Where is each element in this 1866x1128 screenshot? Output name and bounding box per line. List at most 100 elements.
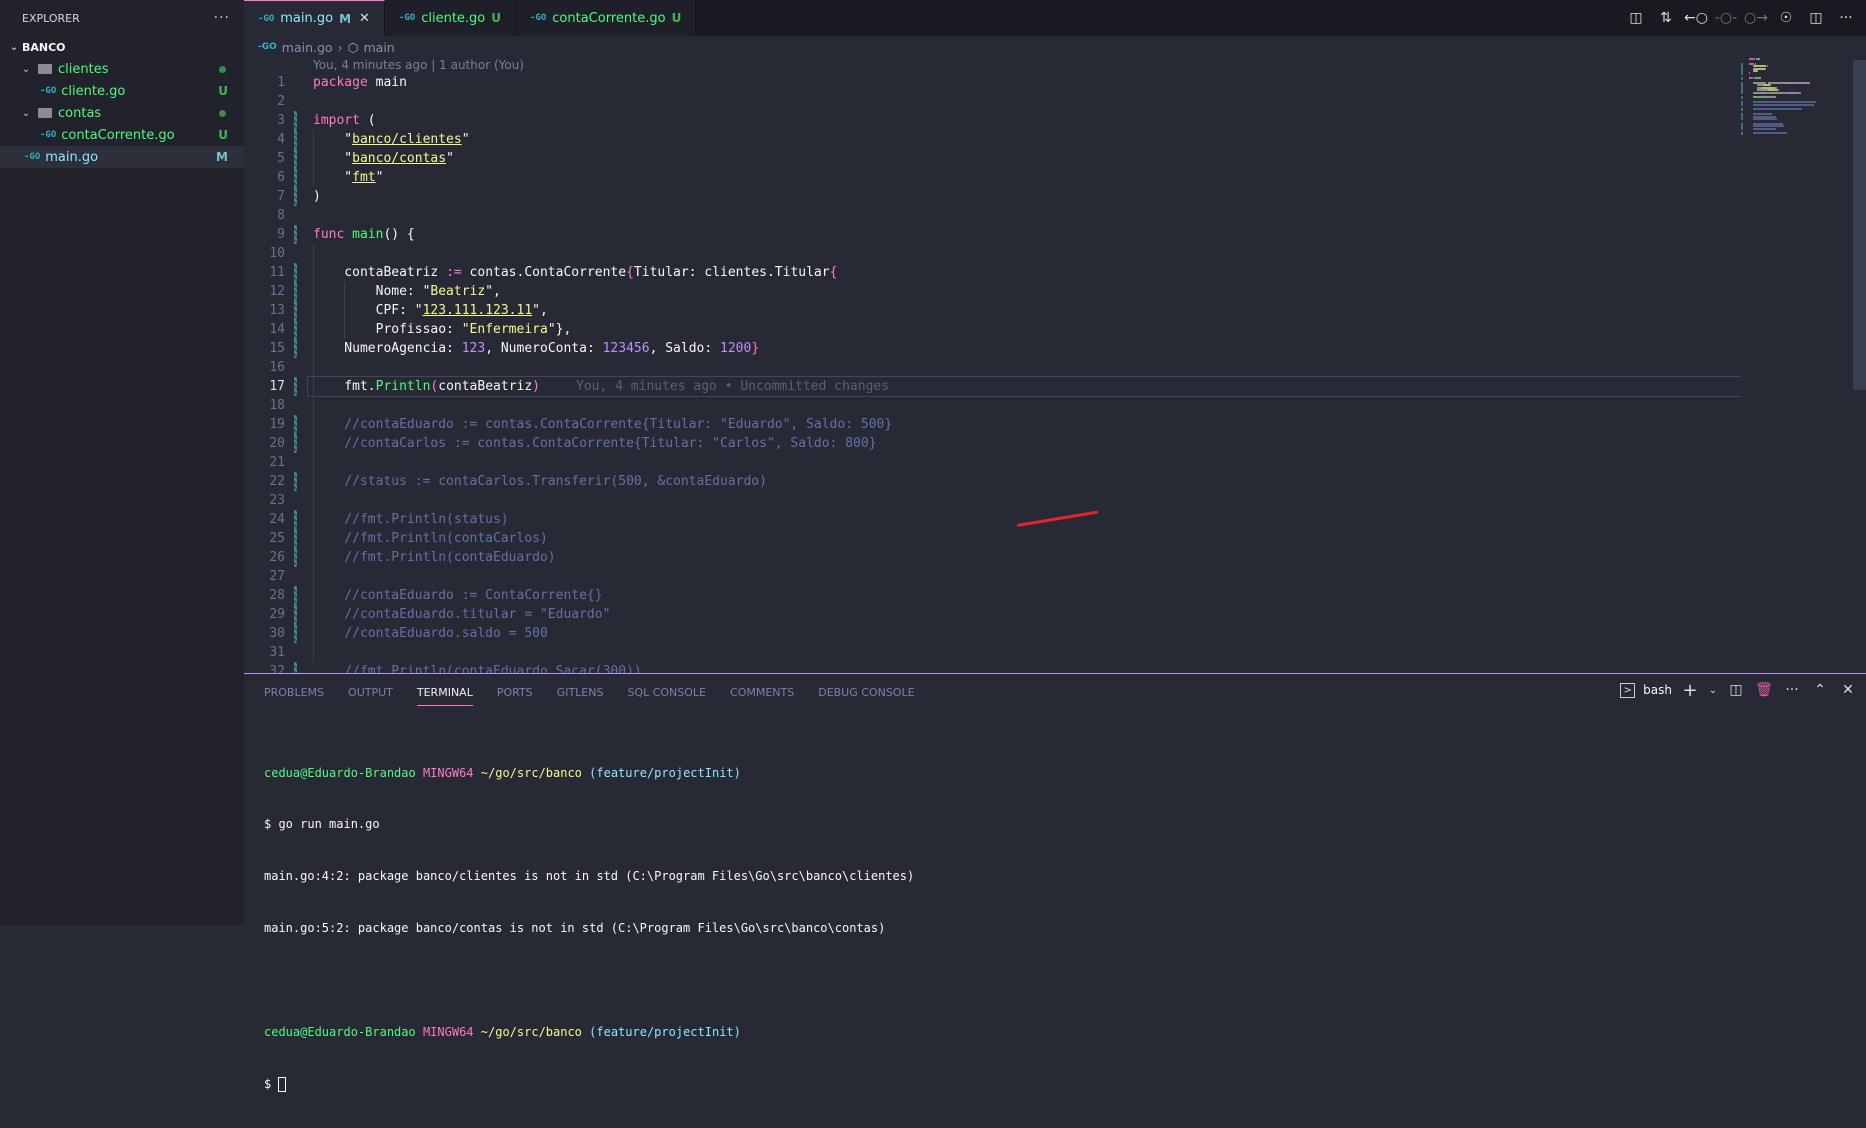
git-change-marker[interactable] bbox=[294, 168, 297, 187]
minimap-token bbox=[1788, 91, 1797, 94]
git-change-marker[interactable] bbox=[294, 301, 297, 320]
breadcrumb-file[interactable]: main.go bbox=[282, 40, 333, 55]
breadcrumb-symbol[interactable]: main bbox=[364, 40, 395, 55]
close-icon[interactable]: ✕ bbox=[359, 11, 370, 26]
split-editor-icon[interactable]: ◫ bbox=[1806, 8, 1826, 28]
panel-tab-terminal[interactable]: TERMINAL bbox=[416, 682, 473, 706]
previous-revision-icon[interactable]: ←○ bbox=[1684, 8, 1708, 28]
code-line[interactable]: 16 bbox=[244, 358, 1741, 377]
code-line[interactable]: 10 bbox=[244, 244, 1741, 263]
code-line[interactable]: 20 //contaCarlos := contas.ContaCorrente… bbox=[244, 434, 1741, 453]
tab-main-go[interactable]: -GO main.go M ✕ bbox=[244, 0, 385, 36]
chevron-down-icon[interactable]: ⌄ bbox=[1708, 680, 1718, 700]
maximize-panel-icon[interactable]: ⌃ bbox=[1810, 680, 1830, 700]
git-change-marker[interactable] bbox=[294, 282, 297, 301]
terminal-output[interactable]: cedua@Eduardo-Brandao MINGW64 ~/go/src/b… bbox=[264, 730, 914, 1128]
more-icon[interactable]: ··· bbox=[1782, 680, 1802, 700]
code-line[interactable]: 28 //contaEduardo := ContaCorrente{} bbox=[244, 586, 1741, 605]
panel-tab-debug-console[interactable]: DEBUG CONSOLE bbox=[818, 682, 914, 706]
terminal-shell-label[interactable]: bash bbox=[1643, 683, 1672, 697]
code-line[interactable]: 22 //status := contaCarlos.Transferir(50… bbox=[244, 472, 1741, 491]
commit-icon[interactable]: -○- bbox=[1715, 8, 1737, 28]
workspace-root[interactable]: ⌄ BANCO bbox=[0, 36, 244, 58]
git-change-marker[interactable] bbox=[294, 263, 297, 282]
gitlens-graph-icon[interactable]: ☉ bbox=[1776, 8, 1796, 28]
code-line[interactable]: 9 func main() { bbox=[244, 225, 1741, 244]
panel-tab-sql-console[interactable]: SQL CONSOLE bbox=[627, 682, 706, 706]
panel-tab-gitlens[interactable]: GITLENS bbox=[557, 682, 604, 706]
panel-tab-ports[interactable]: PORTS bbox=[497, 682, 533, 706]
git-change-marker[interactable] bbox=[294, 225, 297, 244]
code-line[interactable]: 26 //fmt.Println(contaEduardo) bbox=[244, 548, 1741, 567]
code-line[interactable]: 23 bbox=[244, 491, 1741, 510]
git-change-marker[interactable] bbox=[294, 662, 297, 673]
code-line[interactable]: 18 bbox=[244, 396, 1741, 415]
git-change-marker[interactable] bbox=[294, 320, 297, 339]
code-line[interactable]: 3 import ( bbox=[244, 111, 1741, 130]
code-line[interactable]: 24 //fmt.Println(status) bbox=[244, 510, 1741, 529]
code-line[interactable]: 31 bbox=[244, 643, 1741, 662]
git-change-marker[interactable] bbox=[294, 130, 297, 149]
git-change-marker[interactable] bbox=[294, 624, 297, 643]
more-icon[interactable]: ··· bbox=[1836, 8, 1856, 28]
code-line[interactable]: 7) bbox=[244, 187, 1741, 206]
terminal-input-line[interactable]: $ bbox=[264, 1076, 914, 1093]
panel-tab-comments[interactable]: COMMENTS bbox=[730, 682, 794, 706]
git-change-marker[interactable] bbox=[294, 187, 297, 206]
panel-tab-output[interactable]: OUTPUT bbox=[348, 682, 393, 706]
git-change-marker[interactable] bbox=[294, 149, 297, 168]
trash-icon[interactable]: 🗑 bbox=[1754, 680, 1774, 700]
code-line[interactable]: 14 Profissao: "Enfermeira"}, bbox=[244, 320, 1741, 339]
code-line[interactable]: 27 bbox=[244, 567, 1741, 586]
code-line[interactable]: 1 package main bbox=[244, 73, 1741, 92]
git-change-marker[interactable] bbox=[294, 434, 297, 453]
tree-item-contas[interactable]: ⌄ contas bbox=[0, 102, 244, 124]
code-line[interactable]: 5 "banco/contas" bbox=[244, 149, 1741, 168]
code-line[interactable]: 17 fmt.Println(contaBeatriz) You, 4 minut… bbox=[244, 376, 1741, 397]
code-line[interactable]: 30 //contaEduardo.saldo = 500 bbox=[244, 624, 1741, 643]
compare-changes-icon[interactable]: ⇅ bbox=[1656, 8, 1676, 28]
git-change-marker[interactable] bbox=[294, 472, 297, 491]
minimap[interactable] bbox=[1741, 58, 1837, 138]
code-line[interactable]: 29 //contaEduardo.titular = "Eduardo" bbox=[244, 605, 1741, 624]
line-number: 27 bbox=[269, 569, 285, 584]
open-changes-icon[interactable]: ◫ bbox=[1626, 8, 1646, 28]
code-line[interactable]: 19 //contaEduardo := contas.ContaCorrent… bbox=[244, 415, 1741, 434]
code-editor[interactable]: 1 package main 2 3 import (4 "banco/clientes… bbox=[244, 73, 1741, 673]
close-panel-icon[interactable]: ✕ bbox=[1838, 680, 1858, 700]
code-line[interactable]: 32 //fmt.Println(contaEduardo.Sacar(300)… bbox=[244, 662, 1741, 673]
git-change-marker[interactable] bbox=[294, 605, 297, 624]
new-terminal-icon[interactable]: + bbox=[1680, 680, 1700, 701]
code-line[interactable]: 11 contaBeatriz := contas.ContaCorrente{… bbox=[244, 263, 1741, 282]
git-change-marker[interactable] bbox=[294, 529, 297, 548]
next-revision-icon[interactable]: ○→ bbox=[1744, 8, 1768, 28]
tree-item-contaCorrente-go[interactable]: -GO contaCorrente.go U bbox=[0, 124, 244, 146]
tab-contaCorrente-go[interactable]: -GO contaCorrente.go U bbox=[516, 0, 697, 36]
git-change-marker[interactable] bbox=[294, 586, 297, 605]
git-change-marker[interactable] bbox=[294, 377, 297, 396]
git-change-marker[interactable] bbox=[294, 415, 297, 434]
code-line[interactable]: 4 "banco/clientes" bbox=[244, 130, 1741, 149]
scrollbar-thumb[interactable] bbox=[1853, 60, 1866, 390]
tree-item-main-go[interactable]: -GO main.go M bbox=[0, 146, 244, 168]
code-line[interactable]: 8 bbox=[244, 206, 1741, 225]
tree-item-clientes[interactable]: ⌄ clientes bbox=[0, 58, 244, 80]
tab-cliente-go[interactable]: -GO cliente.go U bbox=[384, 0, 517, 36]
code-line[interactable]: 21 bbox=[244, 453, 1741, 472]
code-line[interactable]: 25 //fmt.Println(contaCarlos) bbox=[244, 529, 1741, 548]
code-line[interactable]: 2 bbox=[244, 92, 1741, 111]
tree-item-cliente-go[interactable]: -GO cliente.go U bbox=[0, 80, 244, 102]
panel-tab-problems[interactable]: PROBLEMS bbox=[264, 682, 324, 706]
split-terminal-icon[interactable]: ◫ bbox=[1726, 680, 1746, 700]
code-line[interactable]: 13 CPF: "123.111.123.11", bbox=[244, 301, 1741, 320]
git-change-marker[interactable] bbox=[294, 510, 297, 529]
codelens-blame[interactable]: You, 4 minutes ago | 1 author (You) bbox=[313, 58, 524, 72]
git-change-marker[interactable] bbox=[294, 548, 297, 567]
code-line[interactable]: 15 NumeroAgencia: 123, NumeroConta: 1234… bbox=[244, 339, 1741, 358]
code-token: 123.111.123.11 bbox=[422, 303, 533, 318]
git-change-marker[interactable] bbox=[294, 339, 297, 358]
code-line[interactable]: 12 Nome: "Beatriz", bbox=[244, 282, 1741, 301]
git-change-marker[interactable] bbox=[294, 111, 297, 130]
code-line[interactable]: 6 "fmt" bbox=[244, 168, 1741, 187]
more-icon[interactable]: ··· bbox=[214, 10, 230, 26]
